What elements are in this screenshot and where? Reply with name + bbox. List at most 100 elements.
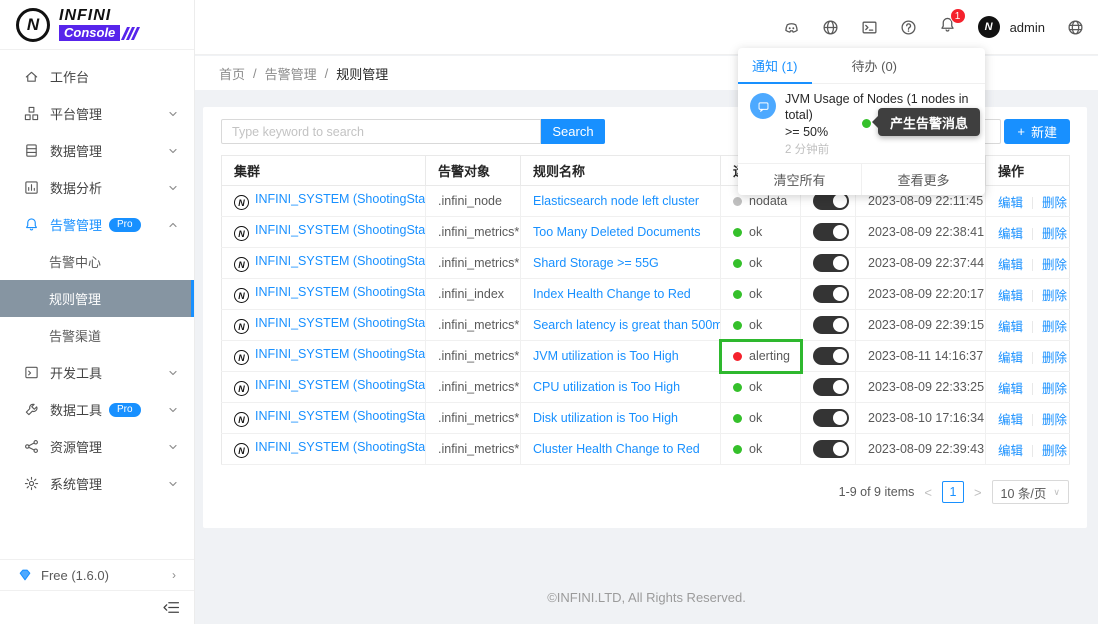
clear-all-button[interactable]: 清空所有 (738, 164, 862, 195)
status-dot (733, 414, 742, 423)
delete-link[interactable]: 删除 (1042, 351, 1067, 365)
sidebar-item-alerting[interactable]: 告警管理 Pro (0, 206, 194, 243)
cluster-link[interactable]: INFINI_SYSTEM (ShootingStar) (255, 316, 426, 330)
enabled-toggle[interactable] (813, 378, 849, 396)
edit-link[interactable]: 编辑 (998, 258, 1023, 272)
breadcrumb-home[interactable]: 首页 (219, 64, 245, 83)
delete-link[interactable]: 删除 (1042, 196, 1067, 210)
language-icon[interactable] (1067, 19, 1084, 36)
tab-todo[interactable]: 待办 (0) (838, 48, 912, 83)
cell-object: .infini_metrics* (426, 217, 521, 248)
cluster-link[interactable]: INFINI_SYSTEM (ShootingStar) (255, 254, 426, 268)
globe-icon[interactable] (822, 19, 839, 36)
cluster-link[interactable]: INFINI_SYSTEM (ShootingStar) (255, 192, 426, 206)
enabled-toggle[interactable] (813, 316, 849, 334)
sidebar-item-resource-management[interactable]: 资源管理 (0, 428, 194, 465)
edit-link[interactable]: 编辑 (998, 444, 1023, 458)
search-button[interactable]: Search (541, 119, 605, 144)
sidebar-item-alert-center[interactable]: 告警中心 (0, 243, 194, 280)
rule-link[interactable]: Elasticsearch node left cluster (533, 194, 699, 208)
sidebar-item-workbench[interactable]: 工作台 (0, 58, 194, 95)
sidebar-item-dev-tools[interactable]: 开发工具 (0, 354, 194, 391)
sidebar-item-system-management[interactable]: 系统管理 (0, 465, 194, 502)
search-input[interactable] (221, 119, 541, 144)
rule-link[interactable]: Index Health Change to Red (533, 287, 691, 301)
sidebar-item-data-tools[interactable]: 数据工具 Pro (0, 391, 194, 428)
edit-link[interactable]: 编辑 (998, 320, 1023, 334)
rule-link[interactable]: Shard Storage >= 55G (533, 256, 659, 270)
page-size-select[interactable]: 10 条/页∨ (992, 480, 1069, 504)
rule-link[interactable]: Disk utilization is Too High (533, 411, 678, 425)
enabled-toggle[interactable] (813, 254, 849, 272)
table-row: NINFINI_SYSTEM (ShootingStar) .infini_me… (222, 217, 1070, 248)
cluster-link[interactable]: INFINI_SYSTEM (ShootingStar) (255, 440, 426, 454)
diamond-icon (18, 568, 32, 582)
next-page-button[interactable]: > (972, 485, 984, 500)
rule-link[interactable]: JVM utilization is Too High (533, 349, 679, 363)
breadcrumb-alerting[interactable]: 告警管理 (265, 64, 317, 83)
rule-link[interactable]: Too Many Deleted Documents (533, 225, 700, 239)
delete-link[interactable]: 删除 (1042, 444, 1067, 458)
enabled-toggle[interactable] (813, 409, 849, 427)
terminal-icon[interactable] (861, 19, 878, 36)
enabled-toggle[interactable] (813, 347, 849, 365)
tab-notifications[interactable]: 通知 (1) (738, 48, 812, 83)
edit-link[interactable]: 编辑 (998, 413, 1023, 427)
chevron-down-icon (168, 405, 178, 415)
cell-status: ok (721, 217, 801, 248)
gear-icon (24, 476, 39, 491)
message-icon (750, 93, 776, 119)
cluster-link[interactable]: INFINI_SYSTEM (ShootingStar) (255, 409, 426, 423)
version-info[interactable]: Free (1.6.0) › (0, 559, 194, 590)
edit-link[interactable]: 编辑 (998, 227, 1023, 241)
cluster-logo-icon: N (234, 195, 249, 210)
sidebar-item-data-management[interactable]: 数据管理 (0, 132, 194, 169)
username[interactable]: admin (1010, 20, 1045, 35)
brand-title: INFINI (59, 8, 137, 24)
user-avatar[interactable]: N (978, 16, 1000, 38)
rule-link[interactable]: CPU utilization is Too High (533, 380, 680, 394)
enabled-toggle[interactable] (813, 223, 849, 241)
delete-link[interactable]: 删除 (1042, 289, 1067, 303)
sidebar-item-platform[interactable]: 平台管理 (0, 95, 194, 132)
cluster-logo-icon: N (234, 381, 249, 396)
new-rule-button[interactable]: +新建 (1004, 119, 1070, 144)
notifications-button[interactable]: 1 (939, 16, 956, 38)
delete-link[interactable]: 删除 (1042, 413, 1067, 427)
edit-link[interactable]: 编辑 (998, 382, 1023, 396)
delete-link[interactable]: 删除 (1042, 320, 1067, 334)
enabled-toggle[interactable] (813, 192, 849, 210)
cluster-link[interactable]: INFINI_SYSTEM (ShootingStar) (255, 223, 426, 237)
delete-link[interactable]: 删除 (1042, 227, 1067, 241)
cluster-link[interactable]: INFINI_SYSTEM (ShootingStar) (255, 378, 426, 392)
edit-link[interactable]: 编辑 (998, 351, 1023, 365)
brand-logo[interactable]: N INFINI Console (0, 0, 194, 50)
sidebar-menu: 工作台 平台管理 数据管理 数据分析 告警管理 Pro (0, 50, 194, 502)
page-number[interactable]: 1 (942, 481, 964, 503)
rule-link[interactable]: Cluster Health Change to Red (533, 442, 700, 456)
sidebar-collapse[interactable] (0, 590, 194, 624)
sidebar: N INFINI Console 工作台 平台管理 数据管理 (0, 0, 195, 624)
pagination: 1-9 of 9 items < 1 > 10 条/页∨ (839, 480, 1069, 504)
cluster-link[interactable]: INFINI_SYSTEM (ShootingStar) (255, 285, 426, 299)
help-icon[interactable] (900, 19, 917, 36)
edit-link[interactable]: 编辑 (998, 289, 1023, 303)
cell-updated: 2023-08-09 22:20:17 (856, 279, 986, 310)
delete-link[interactable]: 删除 (1042, 382, 1067, 396)
copyright-footer: ©INFINI.LTD, All Rights Reserved. (195, 590, 1098, 605)
delete-link[interactable]: 删除 (1042, 258, 1067, 272)
sidebar-item-alert-channels[interactable]: 告警渠道 (0, 317, 194, 354)
view-more-button[interactable]: 查看更多 (862, 164, 985, 195)
cluster-link[interactable]: INFINI_SYSTEM (ShootingStar) (255, 347, 426, 361)
notification-tabs: 通知 (1) 待办 (0) (738, 48, 985, 84)
discord-icon[interactable] (783, 19, 800, 36)
enabled-toggle[interactable] (813, 440, 849, 458)
enabled-toggle[interactable] (813, 285, 849, 303)
sidebar-item-rule-management[interactable]: 规则管理 (0, 280, 194, 317)
rule-link[interactable]: Search latency is great than 500ms (533, 318, 721, 332)
prev-page-button[interactable]: < (922, 485, 934, 500)
status-dot (733, 352, 742, 361)
edit-link[interactable]: 编辑 (998, 196, 1023, 210)
cell-object: .infini_node (426, 186, 521, 217)
sidebar-item-data-analysis[interactable]: 数据分析 (0, 169, 194, 206)
